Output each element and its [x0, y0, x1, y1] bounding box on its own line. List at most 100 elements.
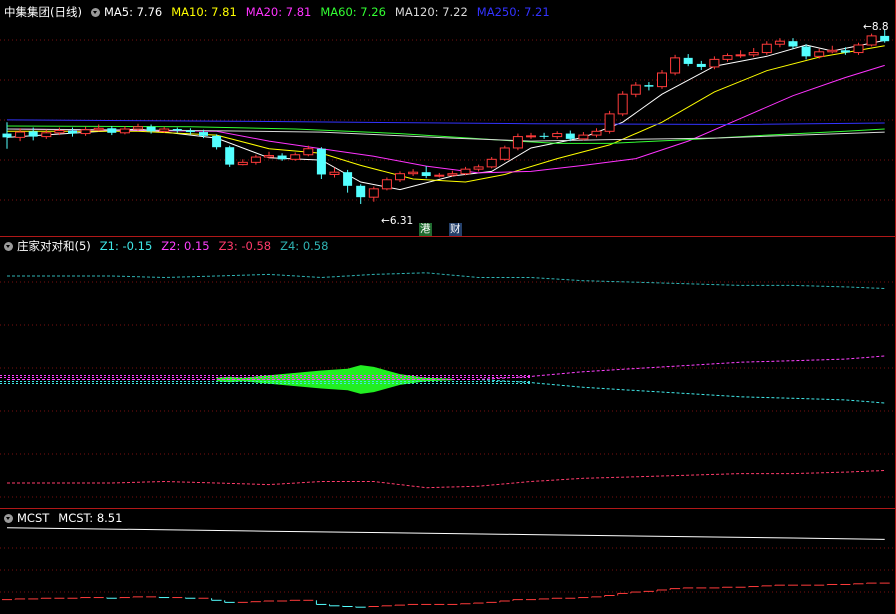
candle-body: [774, 40, 785, 45]
indicator-toggle-icon[interactable]: [4, 241, 13, 251]
mcst-line: [6, 527, 885, 540]
candle: [368, 186, 379, 202]
panel-borders: [0, 0, 896, 614]
candle-body: [552, 133, 563, 138]
candle-body: [880, 35, 890, 42]
candle: [866, 33, 877, 47]
ma-line: [6, 64, 885, 174]
candle-body: [329, 171, 340, 175]
candle-body: [840, 50, 850, 53]
candle-body: [447, 173, 458, 176]
candle-body: [460, 168, 471, 175]
chart-title: 中集集团(日线): [4, 5, 82, 19]
candle-body: [368, 188, 379, 198]
candle-body: [356, 185, 366, 198]
candle: [814, 48, 825, 59]
mcst-header: MCST MCST: 8.51: [4, 510, 131, 526]
candle-body: [343, 172, 353, 186]
candle-body: [683, 57, 693, 64]
candle-body: [421, 172, 431, 176]
candle: [748, 48, 759, 58]
candle-body: [735, 54, 746, 57]
mcst-value-label: MCST: 8.51: [58, 511, 123, 525]
collapse-toggle-icon[interactable]: [90, 7, 100, 17]
candle: [827, 45, 838, 54]
candle-body: [54, 130, 65, 134]
candle-body: [539, 135, 549, 137]
candle: [591, 128, 602, 138]
z4-label: Z4: 0.58: [280, 239, 329, 253]
candle: [343, 169, 353, 193]
candle-body: [172, 129, 182, 131]
ma5-label: MA5: 7.76: [103, 5, 163, 19]
indicator-header: 庄家对对和(5) Z1: -0.15 Z2: 0.15 Z3: -0.58 Z4…: [4, 238, 337, 254]
indicator-title: 庄家对对和(5): [17, 239, 91, 253]
candle-body: [316, 148, 326, 175]
candle: [316, 147, 326, 179]
candle-body: [212, 135, 222, 148]
candle-body: [801, 46, 811, 57]
candle-body: [526, 135, 536, 138]
candle: [133, 123, 143, 131]
candle: [290, 152, 301, 161]
candle: [644, 82, 654, 91]
candle-body: [68, 130, 77, 134]
candle: [526, 132, 536, 139]
candle: [840, 47, 850, 55]
candle-body: [381, 179, 392, 190]
candle-body: [630, 84, 641, 95]
finance-tag[interactable]: 财: [449, 223, 462, 236]
ma-line: [7, 45, 885, 183]
candle: [761, 41, 772, 55]
candle-body: [41, 132, 52, 138]
z3-label: Z3: -0.58: [218, 239, 272, 253]
candle: [486, 157, 497, 169]
candle-body: [237, 161, 248, 166]
ma-line: [6, 119, 885, 126]
candle-body: [159, 128, 170, 132]
candle-body: [434, 174, 445, 177]
candle-body: [670, 57, 681, 74]
candle: [250, 154, 261, 165]
candle-body: [617, 93, 628, 115]
candle-body: [748, 52, 759, 56]
candle-body: [395, 173, 405, 181]
candle: [225, 145, 235, 167]
candle: [434, 172, 445, 178]
candle-body: [119, 128, 130, 134]
candle-body: [761, 43, 772, 54]
candle: [80, 126, 91, 136]
candle-body: [722, 55, 733, 60]
series-z4: [7, 272, 885, 289]
candle-body: [709, 58, 720, 68]
candle-body: [866, 35, 877, 46]
candle: [395, 171, 405, 183]
candle-body: [225, 147, 235, 165]
candle-body: [591, 130, 602, 136]
candle: [578, 132, 589, 141]
candle-body: [93, 127, 104, 131]
candle: [499, 145, 510, 161]
candle-body: [473, 166, 484, 170]
candle-body: [644, 85, 654, 87]
candle: [722, 53, 733, 62]
candle-body: [28, 131, 38, 137]
candle: [604, 110, 615, 134]
mcst-toggle-icon[interactable]: [4, 513, 13, 523]
z1-label: Z1: -0.15: [99, 239, 153, 253]
ma-line: [6, 39, 885, 191]
candle-body: [814, 51, 825, 57]
ma10-label: MA10: 7.81: [171, 5, 237, 19]
candle-body: [15, 131, 26, 138]
candle-body: [578, 134, 589, 140]
candle: [408, 169, 419, 176]
candle: [264, 151, 274, 159]
hk-connect-tag[interactable]: 港: [419, 223, 432, 236]
main-chart-header: 中集集团(日线) MA5: 7.76 MA10: 7.81 MA20: 7.81…: [4, 4, 559, 20]
candle: [539, 132, 549, 139]
candle-body: [303, 148, 314, 156]
candle: [460, 166, 471, 176]
candle: [119, 126, 130, 135]
candle-body: [788, 41, 798, 47]
high-price-annotation: ←8.8: [863, 21, 889, 33]
